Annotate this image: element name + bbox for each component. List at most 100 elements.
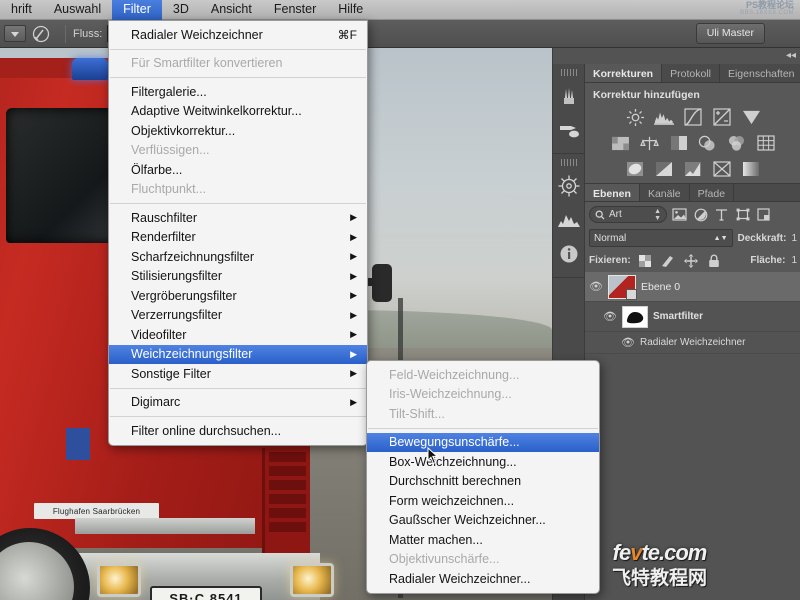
uli-master-button[interactable]: Uli Master <box>695 23 765 44</box>
smart-filter-mask-thumbnail[interactable] <box>622 305 648 328</box>
filter-menu-item-objektivkorrektur[interactable]: Objektivkorrektur... <box>109 121 367 141</box>
exposure-icon[interactable] <box>711 107 733 127</box>
filter-menu-item-sonstige-filter[interactable]: Sonstige Filter ▶ <box>109 364 367 384</box>
stepper-arrows-icon[interactable]: ▲ ▼ <box>654 208 661 222</box>
color-lookup-icon[interactable] <box>755 133 777 153</box>
menubar-item-hilfe[interactable]: Hilfe <box>327 0 374 20</box>
tab-eigenschaften[interactable]: Eigenschaften <box>720 64 800 82</box>
blend-mode-select[interactable]: Normal ▲▼ <box>589 229 733 247</box>
pixel-filter-icon[interactable] <box>671 206 688 223</box>
filter-menu-item-digimarc[interactable]: Digimarc ▶ <box>109 393 367 413</box>
menu-item-label: Objektivunschärfe... <box>389 552 500 567</box>
brush-presets-icon[interactable] <box>553 79 584 113</box>
kaleidoscope-icon[interactable] <box>553 169 584 203</box>
color-balance-icon[interactable] <box>639 133 661 153</box>
lock-pixels-icon[interactable] <box>660 252 677 269</box>
menu-item-label: Feld-Weichzeichnung... <box>389 367 520 382</box>
blur-submenu-item-radialer-weichzeichner[interactable]: Radialer Weichzeichner... <box>367 569 599 589</box>
brightness-icon[interactable] <box>624 107 646 127</box>
eye-icon[interactable]: 👁 <box>589 280 603 293</box>
black-white-icon[interactable] <box>668 133 690 153</box>
histogram-icon[interactable] <box>553 203 584 237</box>
rail-grip[interactable] <box>560 69 577 76</box>
tab-korrekturen[interactable]: Korrekturen <box>585 64 663 82</box>
filter-menu-item-stilisierungsfilter[interactable]: Stilisierungsfilter ▶ <box>109 267 367 287</box>
filter-menu-item-renderfilter[interactable]: Renderfilter ▶ <box>109 228 367 248</box>
blur-submenu-item-durchschnitt-berechnen[interactable]: Durchschnitt berechnen <box>367 472 599 492</box>
layer-thumbnail[interactable] <box>608 274 637 300</box>
filter-menu-item-filtergalerie[interactable]: Filtergalerie... <box>109 82 367 102</box>
chevron-down-icon[interactable]: ▲▼ <box>714 235 728 242</box>
filter-menu-item-lfarbe[interactable]: Ölfarbe... <box>109 160 367 180</box>
blur-submenu-item-form-weichzeichnen[interactable]: Form weichzeichnen... <box>367 491 599 511</box>
threshold-icon[interactable] <box>682 159 704 179</box>
opacity-value[interactable]: 1 <box>791 233 797 244</box>
filter-menu-item-rauschfilter[interactable]: Rauschfilter ▶ <box>109 208 367 228</box>
filter-menu-item-scharfzeichnungsfilter[interactable]: Scharfzeichnungsfilter ▶ <box>109 247 367 267</box>
rail-grip-2[interactable] <box>560 159 577 166</box>
collapse-panel-icon[interactable]: ◂◂ <box>786 50 796 61</box>
brush-preset-dropdown[interactable] <box>4 25 26 42</box>
menubar-item-fenster[interactable]: Fenster <box>263 0 327 20</box>
adjustment-filter-icon[interactable] <box>692 206 709 223</box>
info-icon[interactable] <box>553 237 584 271</box>
filter-menu-separator <box>110 77 366 78</box>
tab-kanaele[interactable]: Kanäle <box>640 184 690 201</box>
blur-submenu[interactable]: Feld-Weichzeichnung... Iris-Weichzeichnun… <box>366 360 600 594</box>
blur-submenu-item-gau-scher-weichzeichner[interactable]: Gaußscher Weichzeichner... <box>367 511 599 531</box>
channel-mixer-icon[interactable] <box>726 133 748 153</box>
photo-filter-icon[interactable] <box>697 133 719 153</box>
vibrance-icon[interactable] <box>740 107 762 127</box>
truck-nameplate: Flughafen Saarbrücken <box>34 503 159 519</box>
submenu-arrow-icon: ▶ <box>350 329 357 340</box>
fill-value[interactable]: 1 <box>791 255 797 266</box>
menubar-item-filter[interactable]: Filter <box>112 0 162 20</box>
running-board <box>75 518 255 534</box>
filter-menu-item-vergr-berungsfilter[interactable]: Vergröberungsfilter ▶ <box>109 286 367 306</box>
filter-menu-item-videofilter[interactable]: Videofilter ▶ <box>109 325 367 345</box>
filter-menu-item-filter-online-durchsuchen[interactable]: Filter online durchsuchen... <box>109 421 367 441</box>
curves-icon[interactable] <box>682 107 704 127</box>
filter-menu-item-radialer-weichzeichner[interactable]: Radialer Weichzeichner ⌘F <box>109 25 367 45</box>
tab-pfade[interactable]: Pfade <box>690 184 735 201</box>
adjustments-row-1 <box>585 105 800 131</box>
lock-transparency-icon[interactable] <box>637 252 654 269</box>
posterize-icon[interactable] <box>653 159 675 179</box>
levels-icon[interactable] <box>653 107 675 127</box>
lock-position-icon[interactable] <box>683 252 700 269</box>
blue-emergency-light <box>72 58 108 80</box>
filter-menu-item-adaptive-weitwinkelkorrektur[interactable]: Adaptive Weitwinkelkorrektur... <box>109 102 367 122</box>
headlight-left <box>97 563 141 597</box>
layer-row-radialer-weichzeichner[interactable]: 👁 Radialer Weichzeichner <box>585 332 800 354</box>
eye-icon-smartfilter[interactable]: 👁 <box>603 310 617 323</box>
lock-label: Fixieren: <box>589 255 631 266</box>
tab-protokoll[interactable]: Protokoll <box>662 64 720 82</box>
menu-item-shortcut: ⌘F <box>337 27 357 42</box>
filter-menu-item-weichzeichnungsfilter[interactable]: Weichzeichnungsfilter ▶ <box>109 344 367 364</box>
hue-saturation-icon[interactable] <box>610 133 632 153</box>
tab-ebenen[interactable]: Ebenen <box>585 184 640 201</box>
menubar-item-auswahl[interactable]: Auswahl <box>43 0 112 20</box>
invert-icon[interactable] <box>624 159 646 179</box>
menu-bar: hrift Auswahl Filter 3D Ansicht Fenster … <box>0 0 800 20</box>
mixer-brush-icon[interactable] <box>553 113 584 147</box>
menubar-item-schrift[interactable]: hrift <box>0 0 43 20</box>
selective-color-icon[interactable] <box>711 159 733 179</box>
filter-menu[interactable]: Radialer Weichzeichner ⌘F Für Smartfilter … <box>108 20 368 446</box>
smart-object-filter-icon[interactable] <box>755 206 772 223</box>
layer-row-smartfilter[interactable]: 👁 Smartfilter <box>585 302 800 332</box>
lock-all-icon[interactable] <box>706 252 723 269</box>
blur-submenu-item-bewegungsunsch-rfe[interactable]: Bewegungsunschärfe... <box>367 432 599 452</box>
blur-submenu-item-matter-machen[interactable]: Matter machen... <box>367 530 599 550</box>
type-filter-icon[interactable] <box>713 206 730 223</box>
gradient-map-icon[interactable] <box>740 159 762 179</box>
airbrush-icon[interactable] <box>30 24 52 44</box>
shape-filter-icon[interactable] <box>734 206 751 223</box>
layer-filter-select[interactable]: Art ▲ ▼ <box>589 206 667 223</box>
menubar-item-ansicht[interactable]: Ansicht <box>200 0 263 20</box>
eye-icon-radial-blur[interactable]: 👁 <box>621 336 635 349</box>
layer-row-ebene-0[interactable]: 👁 Ebene 0 <box>585 272 800 302</box>
menubar-item-3d[interactable]: 3D <box>162 0 200 20</box>
filter-menu-item-verzerrungsfilter[interactable]: Verzerrungsfilter ▶ <box>109 306 367 326</box>
blur-submenu-item-box-weichzeichnung[interactable]: Box-Weichzeichnung... <box>367 452 599 472</box>
